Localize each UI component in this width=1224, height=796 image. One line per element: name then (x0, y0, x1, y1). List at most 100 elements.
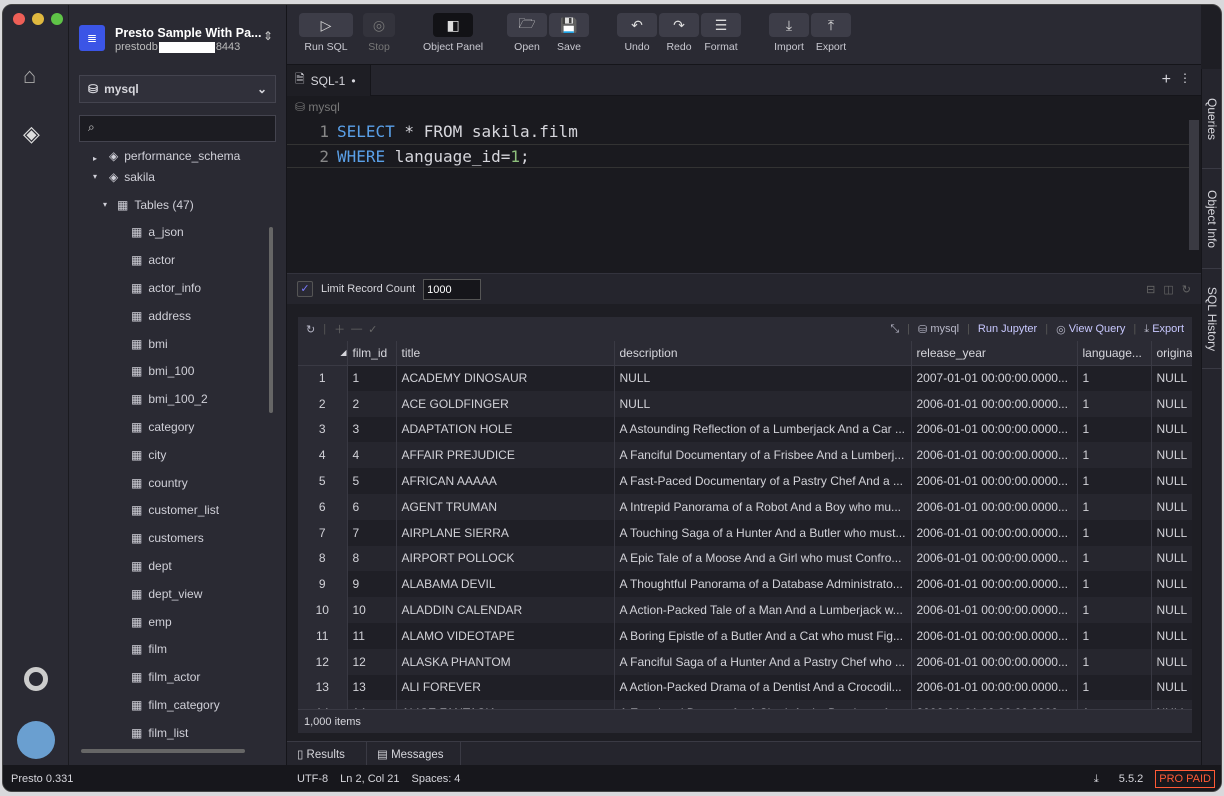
save-button[interactable]: 💾 Save (549, 13, 589, 53)
table-cell[interactable]: 1 (1077, 442, 1152, 469)
table-cell[interactable]: NULL (1151, 571, 1192, 598)
table-cell[interactable]: 2006-01-01 00:00:00.0000... (911, 700, 1078, 709)
table-cell[interactable]: 6 (347, 493, 397, 520)
chevron-down-icon[interactable]: ▾ (93, 172, 109, 181)
tree-horizontal-scrollbar[interactable] (81, 749, 245, 753)
layers-icon[interactable]: ◈ (23, 121, 40, 147)
table-cell[interactable]: AIRPLANE SIERRA (396, 519, 615, 546)
table-cell[interactable]: NULL (1151, 390, 1192, 417)
home-icon[interactable]: ⌂ (23, 63, 36, 89)
table-cell[interactable]: AFFAIR PREJUDICE (396, 442, 615, 469)
row-number[interactable]: 2 (298, 390, 348, 417)
table-cell[interactable]: ALABAMA DEVIL (396, 571, 615, 598)
table-cell[interactable]: A Action-Packed Drama of a Dentist And a… (614, 674, 912, 701)
table-cell[interactable]: 2006-01-01 00:00:00.0000... (911, 674, 1078, 701)
table-cell[interactable]: 8 (347, 545, 397, 572)
avatar[interactable] (17, 721, 55, 759)
row-number[interactable]: 4 (298, 442, 348, 469)
run-jupyter-button[interactable]: Run Jupyter (978, 323, 1037, 335)
table-row[interactable]: 2 2 ACE GOLDFINGER NULL 2006-01-01 00:00:00.… (298, 390, 1192, 417)
tab-sql-1[interactable]: 🗎 SQL-1 • (287, 65, 371, 96)
table-cell[interactable]: A Thoughtful Panorama of a Database Admi… (614, 571, 912, 598)
chevron-right-icon[interactable]: ▸ (93, 154, 109, 163)
table-cell[interactable]: 1 (1077, 390, 1152, 417)
export-results-button[interactable]: Export (1152, 323, 1184, 335)
table-cell[interactable]: 2006-01-01 00:00:00.0000... (911, 390, 1078, 417)
table-cell[interactable]: 2006-01-01 00:00:00.0000... (911, 597, 1078, 623)
table-cell[interactable]: 2007-01-01 00:00:00.0000... (911, 365, 1078, 391)
limit-checkbox[interactable]: ✓ (297, 281, 313, 297)
help-icon[interactable] (24, 667, 48, 691)
row-number[interactable]: 3 (298, 416, 348, 443)
tree-item[interactable]: ▦ dept_view (69, 580, 269, 608)
table-cell[interactable]: 2 (347, 390, 397, 417)
tab-results[interactable]: ▯ Results (287, 742, 367, 765)
table-row[interactable]: 5 5 AFRICAN AAAAA A Fast-Paced Documentary … (298, 468, 1192, 494)
encoding[interactable]: UTF-8 (297, 773, 328, 785)
tree-item[interactable]: ▦ actor (69, 246, 269, 274)
tab-object-info[interactable]: Object Info (1202, 169, 1221, 269)
table-cell[interactable]: ALI FOREVER (396, 674, 615, 701)
tree-item[interactable]: ▾ ▦ Tables (47) (69, 191, 269, 219)
more-icon[interactable]: ⋮ (1179, 71, 1191, 85)
table-cell[interactable]: ALAMO VIDEOTAPE (396, 622, 615, 649)
table-cell[interactable]: 1 (1077, 571, 1152, 598)
table-cell[interactable]: 1 (1077, 648, 1152, 675)
table-cell[interactable]: AFRICAN AAAAA (396, 468, 615, 494)
stop-button[interactable]: ◎ Stop (363, 13, 395, 53)
expand-icon[interactable]: ⤡ (890, 323, 899, 336)
tree-item[interactable]: ▦ film_list (69, 719, 269, 747)
row-number[interactable]: 5 (298, 468, 348, 494)
license-badge[interactable]: PRO PAID (1155, 770, 1215, 788)
table-cell[interactable]: 1 (1077, 365, 1152, 391)
table-cell[interactable]: AGENT TRUMAN (396, 493, 615, 520)
row-number[interactable]: 10 (298, 597, 348, 623)
tree-item[interactable]: ▸ ◈ performance_schema (69, 145, 269, 163)
tree-item[interactable]: ▦ country (69, 469, 269, 497)
table-cell[interactable]: 2006-01-01 00:00:00.0000... (911, 545, 1078, 572)
chevron-updown-icon[interactable]: ⇕ (263, 29, 273, 43)
export-button[interactable]: ⤒ Export (811, 13, 851, 53)
table-cell[interactable]: A Emotional Drama of a A Shark And a Dat… (614, 700, 912, 709)
column-header[interactable]: title (396, 341, 615, 366)
table-row[interactable]: 3 3 ADAPTATION HOLE A Astounding Reflection… (298, 416, 1192, 443)
table-cell[interactable]: NULL (1151, 545, 1192, 572)
table-cell[interactable]: A Action-Packed Tale of a Man And a Lumb… (614, 597, 912, 623)
column-header[interactable]: origina (1151, 341, 1192, 366)
table-cell[interactable]: A Fanciful Saga of a Hunter And a Pastry… (614, 648, 912, 675)
tree-item[interactable]: ▦ a_json (69, 219, 269, 247)
table-cell[interactable]: 2006-01-01 00:00:00.0000... (911, 622, 1078, 649)
table-cell[interactable]: 2006-01-01 00:00:00.0000... (911, 416, 1078, 443)
tree-item[interactable]: ▦ actor_info (69, 274, 269, 302)
table-cell[interactable]: ACADEMY DINOSAUR (396, 365, 615, 391)
table-cell[interactable]: NULL (614, 365, 912, 391)
row-number[interactable]: 6 (298, 493, 348, 520)
tree-item[interactable]: ▦ customer_list (69, 497, 269, 525)
table-cell[interactable]: A Fast-Paced Documentary of a Pastry Che… (614, 468, 912, 494)
connection-selector[interactable]: ≣ Presto Sample With Pa... prestodb 8443 … (79, 25, 279, 61)
tree-item[interactable]: ▦ city (69, 441, 269, 469)
minimize-button[interactable] (32, 13, 44, 25)
table-cell[interactable]: 2006-01-01 00:00:00.0000... (911, 648, 1078, 675)
table-cell[interactable]: 7 (347, 519, 397, 546)
tree-item[interactable]: ▦ bmi_100_2 (69, 385, 269, 413)
import-button[interactable]: ⤓ Import (769, 13, 809, 53)
table-cell[interactable]: NULL (1151, 622, 1192, 649)
table-cell[interactable]: 1 (1077, 597, 1152, 623)
refresh-icon[interactable]: ↻ (1182, 283, 1191, 296)
table-cell[interactable]: NULL (1151, 468, 1192, 494)
table-cell[interactable]: A Boring Epistle of a Butler And a Cat w… (614, 622, 912, 649)
table-row[interactable]: 11 11 ALAMO VIDEOTAPE A Boring Epistle of a… (298, 622, 1192, 649)
table-row[interactable]: 1 1 ACADEMY DINOSAUR NULL 2007-01-01 00:00:0… (298, 365, 1192, 391)
table-cell[interactable]: 2006-01-01 00:00:00.0000... (911, 519, 1078, 546)
table-cell[interactable]: 9 (347, 571, 397, 598)
table-cell[interactable]: 2006-01-01 00:00:00.0000... (911, 571, 1078, 598)
table-cell[interactable]: A Epic Tale of a Moose And a Girl who mu… (614, 545, 912, 572)
catalog-select[interactable]: ⛁ mysql ⌄ (79, 75, 276, 103)
row-number[interactable]: 8 (298, 545, 348, 572)
tree-item[interactable]: ▦ category (69, 413, 269, 441)
table-row[interactable]: 1414ALICE FANTASIAA Emotional Drama of a… (298, 700, 1192, 709)
tab-queries[interactable]: Queries (1202, 69, 1221, 169)
table-cell[interactable]: 2006-01-01 00:00:00.0000... (911, 468, 1078, 494)
tree-item[interactable]: ▦ film_actor (69, 663, 269, 691)
